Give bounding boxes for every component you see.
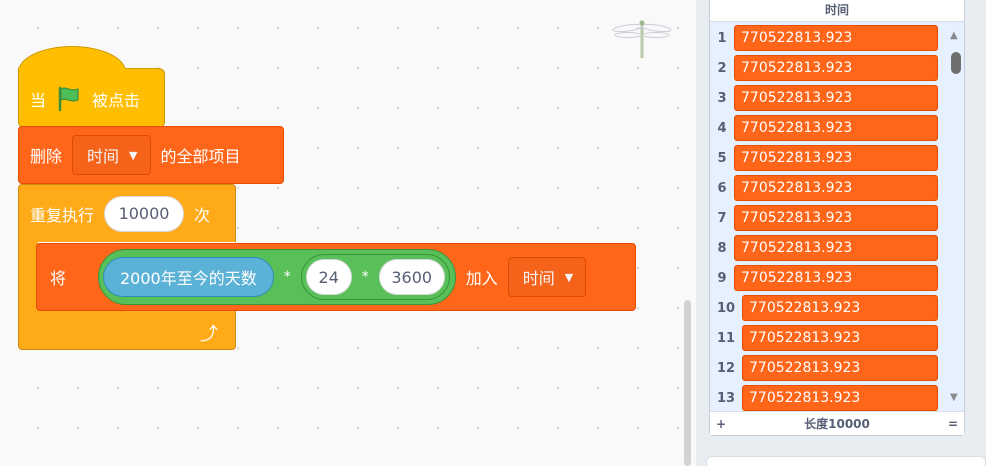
green-flag-icon [56, 86, 82, 112]
days-since-2000-reporter[interactable]: 2000年至今的天数 [103, 257, 274, 297]
add-to-list-block[interactable]: 将 2000年至今的天数 * 24 * 3600 加入 时间 ▼ [36, 243, 636, 311]
list-item-value[interactable]: 770522813.923 [742, 355, 938, 381]
list-scroll-track[interactable] [948, 26, 964, 408]
repeat-block[interactable]: 重复执行 10000 次 [18, 184, 236, 242]
dropdown-arrow-icon: ▼ [564, 270, 574, 284]
list-item-index: 5 [717, 150, 727, 166]
list-item: 10 770522813.923 [710, 293, 938, 323]
target-list-value: 时间 [522, 269, 555, 288]
list-item-index: 3 [717, 90, 727, 106]
list-item: 2 770522813.923 [710, 53, 938, 83]
when-label: 当 [30, 90, 47, 110]
list-item: 3 770522813.923 [710, 83, 938, 113]
list-item-value[interactable]: 770522813.923 [734, 25, 938, 51]
list-item-value[interactable]: 770522813.923 [734, 145, 938, 171]
list-item-index: 1 [717, 30, 727, 46]
list-item-value[interactable]: 770522813.923 [734, 235, 938, 261]
repeat-block-arm [18, 241, 38, 311]
list-item-index: 8 [717, 240, 727, 256]
scroll-up-arrow-icon[interactable]: ▲ [950, 30, 958, 41]
list-item-value[interactable]: 770522813.923 [734, 85, 938, 111]
dropdown-arrow-icon: ▼ [129, 148, 138, 162]
hat-block-seam [19, 68, 125, 74]
list-monitor[interactable]: 时间 1 770522813.923 2 770522813.923 3 77052281… [709, 0, 965, 436]
list-monitor-footer: + 长度10000 = [710, 411, 964, 435]
list-item-index: 12 [716, 360, 736, 376]
list-dropdown[interactable]: 时间 ▼ [72, 135, 151, 175]
delete-all-of-list-block[interactable]: 删除 时间 ▼ 的全部项目 [18, 126, 284, 184]
all-items-label: 的全部项目 [160, 147, 241, 166]
multiply-operator-inner[interactable]: 24 * 3600 [300, 254, 450, 300]
list-item-value[interactable]: 770522813.923 [742, 325, 938, 351]
list-item: 11 770522813.923 [710, 323, 938, 353]
list-item-index: 11 [716, 330, 736, 346]
repeat-count-input[interactable]: 10000 [104, 195, 185, 232]
list-item: 5 770522813.923 [710, 143, 938, 173]
list-item: 4 770522813.923 [710, 113, 938, 143]
list-item: 8 770522813.923 [710, 233, 938, 263]
list-item: 12 770522813.923 [710, 353, 938, 383]
add-to-label: 加入 [465, 269, 498, 288]
add-prefix-label: 将 [50, 269, 67, 288]
list-item-index: 4 [717, 120, 727, 136]
list-monitor-title: 时间 [710, 0, 964, 22]
list-item-value[interactable]: 770522813.923 [734, 115, 938, 141]
list-item: 6 770522813.923 [710, 173, 938, 203]
list-item-index: 10 [716, 300, 736, 316]
repeat-label: 重复执行 [30, 205, 95, 225]
list-item-index: 13 [716, 390, 736, 406]
list-length-label: 长度10000 [804, 417, 870, 431]
target-list-dropdown[interactable]: 时间 ▼ [507, 257, 587, 297]
resize-handle[interactable]: = [948, 417, 958, 431]
dragonfly-icon [612, 20, 672, 58]
add-item-button[interactable]: + [716, 417, 726, 431]
multiply-sign-inner: * [361, 269, 369, 285]
list-item: 9 770522813.923 [710, 263, 938, 293]
list-item-value[interactable]: 770522813.923 [734, 205, 938, 231]
list-item-index: 9 [717, 270, 727, 286]
when-flag-clicked-block[interactable]: 当 被点击 [18, 68, 165, 128]
code-area[interactable]: 当 被点击 删除 时间 ▼ 的全部项目 重复执行 10000 次 ⤴ 将 200… [0, 0, 696, 466]
multiply-sign: * [283, 269, 291, 285]
list-item-value[interactable]: 770522813.923 [734, 175, 938, 201]
delete-label: 删除 [30, 147, 63, 166]
list-item-value[interactable]: 770522813.923 [734, 265, 938, 291]
clicked-label: 被点击 [92, 90, 141, 110]
loop-arrow-icon: ⤴ [200, 324, 218, 345]
list-item-index: 7 [717, 210, 727, 226]
number-input-24[interactable]: 24 [305, 259, 352, 295]
list-item-value[interactable]: 770522813.923 [742, 295, 938, 321]
scroll-down-arrow-icon[interactable]: ▼ [950, 392, 958, 403]
multiply-operator-outer[interactable]: 2000年至今的天数 * 24 * 3600 [98, 249, 456, 305]
list-item: 13 770522813.923 [710, 383, 938, 413]
list-item: 1 770522813.923 [710, 23, 938, 53]
times-label: 次 [194, 205, 211, 225]
number-input-3600[interactable]: 3600 [378, 259, 445, 295]
list-item-value[interactable]: 770522813.923 [734, 55, 938, 81]
list-dropdown-value: 时间 [87, 147, 120, 166]
list-item-index: 2 [717, 60, 727, 76]
list-item-value[interactable]: 770522813.923 [742, 385, 938, 411]
sprite-pane-edge [706, 456, 986, 466]
list-scroll-thumb[interactable] [951, 52, 961, 74]
code-area-scrollbar[interactable] [684, 300, 691, 466]
list-item-index: 6 [717, 180, 727, 196]
list-item: 7 770522813.923 [710, 203, 938, 233]
